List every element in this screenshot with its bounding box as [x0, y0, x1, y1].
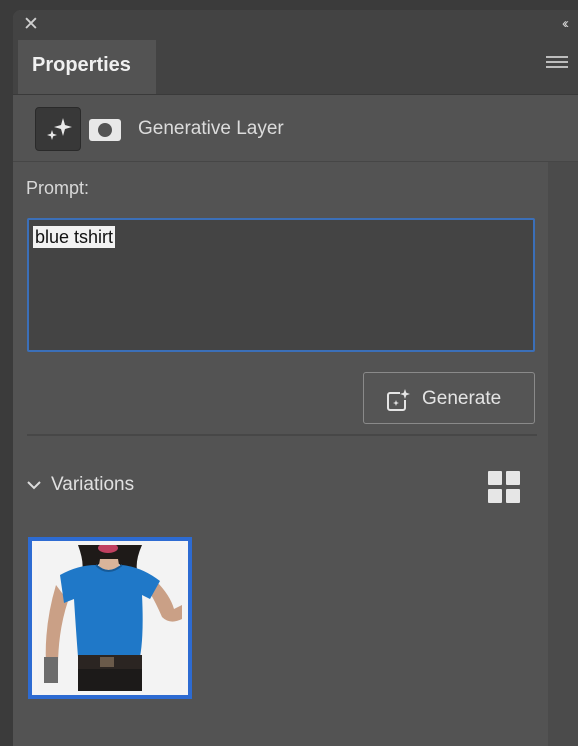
panel-top-bar: ✕ ‹‹	[13, 10, 578, 40]
properties-panel: ✕ ‹‹ Properties Generative Layer Prompt:…	[13, 10, 578, 746]
variation-thumbnail[interactable]	[28, 537, 192, 699]
chevron-down-icon[interactable]	[25, 476, 43, 494]
layer-mask-icon[interactable]	[89, 119, 121, 141]
divider	[27, 434, 537, 436]
variation-image	[38, 545, 182, 691]
collapse-panel-icon[interactable]: ‹‹	[562, 15, 569, 32]
variations-label: Variations	[51, 474, 135, 495]
sparkle-icon[interactable]	[35, 107, 81, 151]
layer-info-row: Generative Layer	[13, 95, 578, 162]
close-icon[interactable]: ✕	[23, 15, 39, 35]
prompt-label: Prompt:	[26, 178, 90, 198]
prompt-input[interactable]: blue tshirt	[27, 218, 535, 352]
layer-title: Generative Layer	[138, 118, 284, 139]
generate-sparkle-icon	[387, 389, 410, 411]
hamburger-menu-icon[interactable]	[546, 56, 568, 72]
grid-view-icon[interactable]	[488, 471, 520, 503]
generate-button-label: Generate	[422, 388, 502, 409]
prompt-input-value[interactable]: blue tshirt	[33, 226, 116, 248]
tab-row: Properties	[13, 40, 578, 95]
generate-button[interactable]: Generate	[363, 372, 535, 424]
tab-properties[interactable]: Properties	[18, 40, 156, 94]
scrollbar[interactable]	[548, 162, 578, 746]
